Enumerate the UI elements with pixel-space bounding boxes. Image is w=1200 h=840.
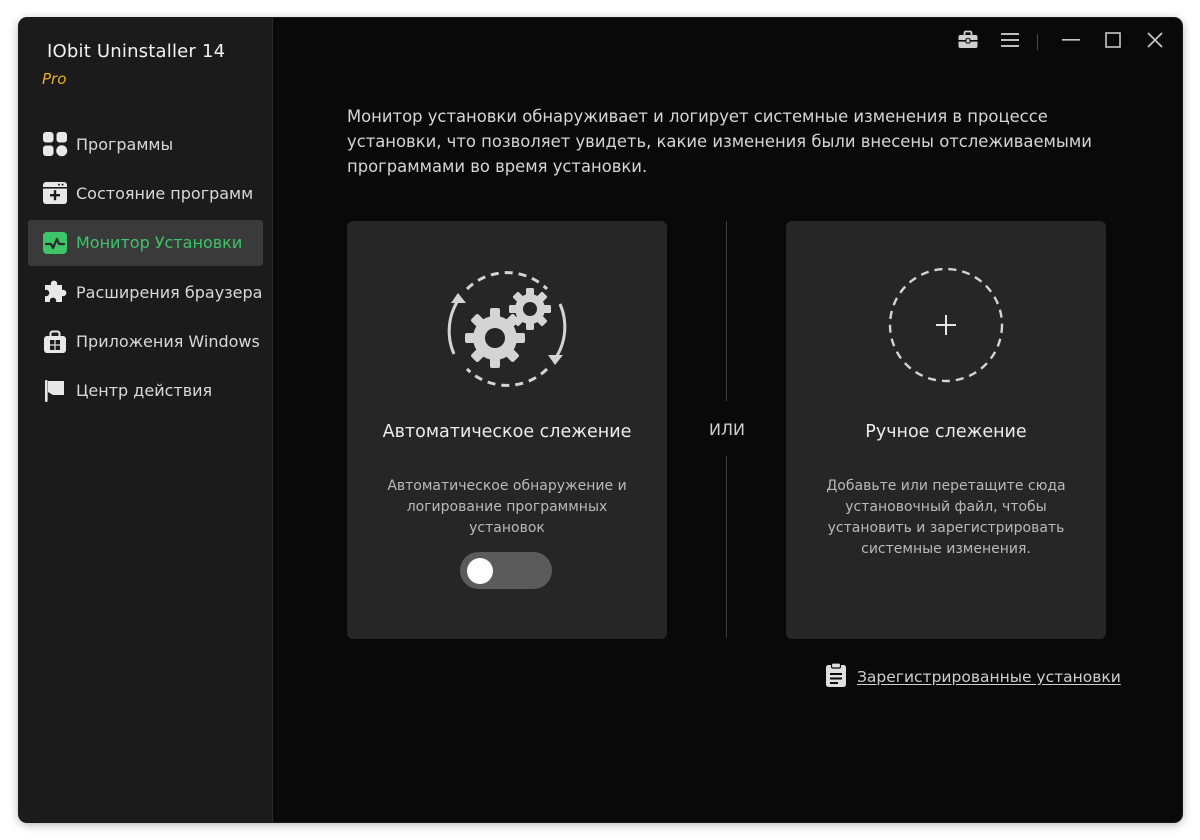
minimize-icon xyxy=(1061,30,1081,54)
sidebar-item-install-monitor[interactable]: Монитор Установки xyxy=(28,219,263,266)
app-window: IObit Uninstaller 14 Pro Программы Состо… xyxy=(19,18,1182,822)
titlebar-separator xyxy=(1037,34,1038,50)
logged-installs-link-text[interactable]: Зарегистрированные установки xyxy=(857,668,1121,686)
maximize-icon xyxy=(1103,30,1123,54)
add-file-dropzone-icon[interactable] xyxy=(886,265,1006,389)
auto-tracking-description: Автоматическое обнаружение и логирование… xyxy=(387,478,627,536)
menu-button[interactable] xyxy=(993,28,1027,56)
sidebar-item-programs[interactable]: Программы xyxy=(28,121,263,167)
or-label: ИЛИ xyxy=(709,420,745,439)
sidebar-item-label: Расширения браузера xyxy=(76,282,263,302)
clipboard-icon xyxy=(825,662,847,692)
menu-icon xyxy=(999,30,1021,54)
flag-icon xyxy=(42,378,68,404)
close-button[interactable] xyxy=(1138,28,1172,56)
sidebar-item-action-center[interactable]: Центр действия xyxy=(28,368,263,414)
sidebar-item-label: Монитор Установки xyxy=(76,233,243,253)
sidebar-nav: Программы Состояние программ Монитор Уст… xyxy=(28,121,263,417)
sidebar: IObit Uninstaller 14 Pro Программы Состо… xyxy=(19,18,273,822)
sidebar-item-label: Центр действия xyxy=(76,381,213,401)
toggle-knob xyxy=(467,558,493,584)
auto-tracking-card: Автоматическое слежение Автоматическое о… xyxy=(347,221,667,639)
sidebar-item-label: Состояние программ xyxy=(76,183,254,203)
toolbox-button[interactable] xyxy=(951,28,985,56)
divider-line-top xyxy=(726,221,727,401)
sidebar-item-label: Приложения Windows xyxy=(76,332,260,352)
logged-installs-link[interactable]: Зарегистрированные установки xyxy=(825,662,1121,692)
install-monitor-description: Монитор установки обнаруживает и логируе… xyxy=(347,107,1092,176)
manual-tracking-description: Добавьте или перетащите сюда установочны… xyxy=(826,478,1066,557)
puzzle-piece-icon xyxy=(42,279,68,305)
maximize-button[interactable] xyxy=(1096,28,1130,56)
sidebar-item-label: Программы xyxy=(76,134,174,154)
apps-grid-icon xyxy=(42,131,68,157)
manual-tracking-title: Ручное слежение xyxy=(865,422,1027,442)
auto-tracking-toggle[interactable] xyxy=(460,552,552,589)
windows-store-icon xyxy=(42,329,68,355)
close-icon xyxy=(1145,30,1165,54)
auto-tracking-title: Автоматическое слежение xyxy=(382,422,632,442)
sidebar-item-software-health[interactable]: Состояние программ xyxy=(28,170,263,216)
divider-line-bottom xyxy=(726,456,727,638)
sidebar-item-windows-apps[interactable]: Приложения Windows xyxy=(28,319,263,365)
toolbox-icon xyxy=(957,30,979,54)
app-title: IObit Uninstaller 14 xyxy=(47,41,226,62)
app-edition: Pro xyxy=(42,70,67,88)
titlebar-controls xyxy=(943,28,1172,56)
manual-tracking-card[interactable]: Ручное слежение Добавьте или перетащите … xyxy=(786,221,1106,639)
minimize-button[interactable] xyxy=(1054,28,1088,56)
sidebar-item-browser-extensions[interactable]: Расширения браузера xyxy=(28,269,263,315)
software-health-icon xyxy=(42,180,68,206)
install-monitor-icon xyxy=(42,230,68,256)
gears-sync-icon xyxy=(437,259,577,403)
